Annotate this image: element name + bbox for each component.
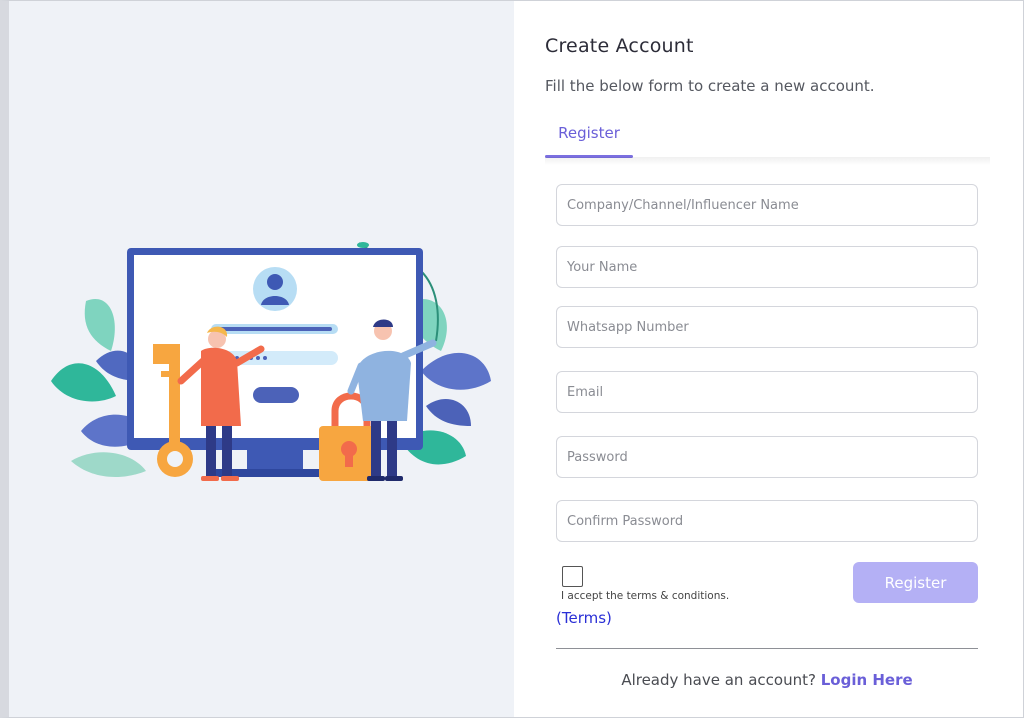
login-link[interactable]: Login Here	[821, 671, 913, 689]
register-button[interactable]: Register	[853, 562, 978, 603]
password-input[interactable]	[556, 436, 978, 478]
terms-link[interactable]: (Terms)	[556, 609, 612, 627]
tab-bar: Register	[545, 117, 990, 165]
terms-checkbox[interactable]	[562, 566, 583, 587]
page-subtitle: Fill the below form to create a new acco…	[545, 77, 875, 95]
login-illustration	[51, 242, 491, 481]
login-prompt: Already have an account? Login Here	[556, 671, 978, 689]
user-avatar-icon	[253, 267, 297, 311]
tab-divider	[545, 157, 990, 165]
confirm-password-input[interactable]	[556, 500, 978, 542]
page-title: Create Account	[545, 35, 694, 57]
illustration-panel	[9, 1, 514, 717]
form-panel: Create Account Fill the below form to cr…	[514, 1, 1023, 717]
tab-register[interactable]: Register	[545, 117, 633, 159]
divider	[556, 648, 978, 649]
whatsapp-number-input[interactable]	[556, 306, 978, 348]
company-name-input[interactable]	[556, 184, 978, 226]
terms-label: I accept the terms & conditions.	[561, 590, 730, 602]
email-input[interactable]	[556, 371, 978, 413]
your-name-input[interactable]	[556, 246, 978, 288]
login-prompt-text: Already have an account?	[621, 671, 816, 689]
